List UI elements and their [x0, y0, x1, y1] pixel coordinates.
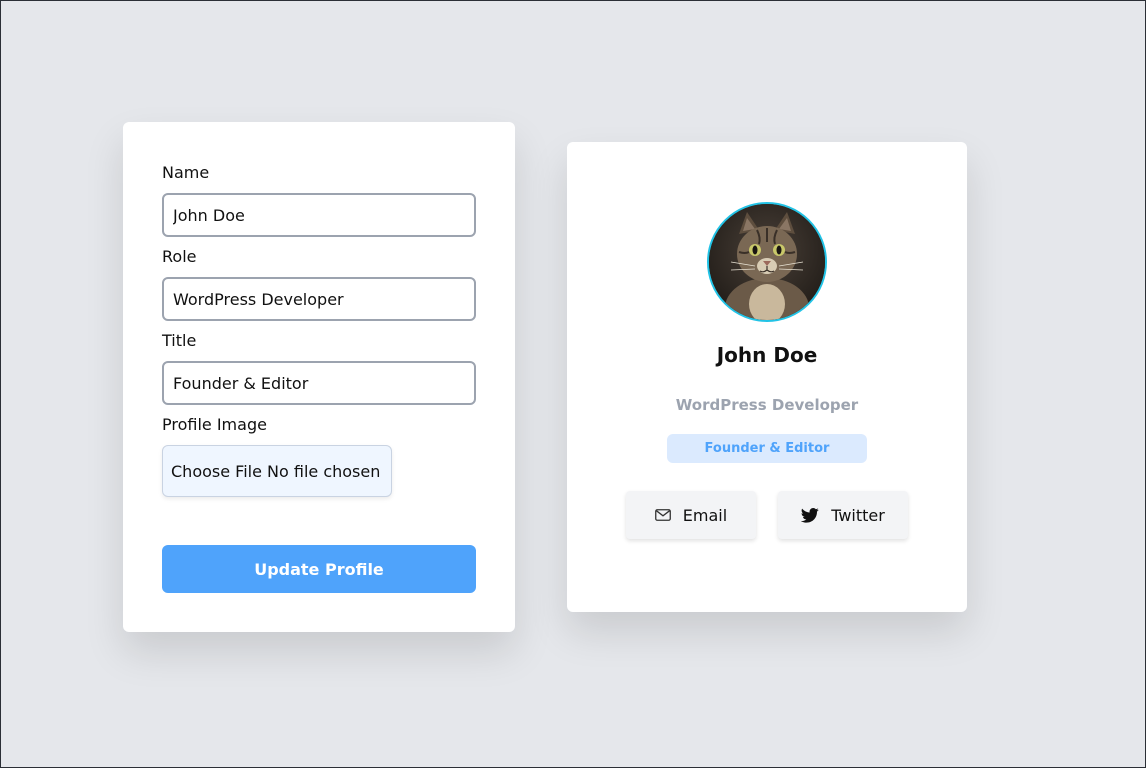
email-button[interactable]: Email	[626, 491, 756, 539]
update-profile-button[interactable]: Update Profile	[162, 545, 476, 593]
profile-form-card: Name Role Title Profile Image Choose Fil…	[123, 122, 515, 632]
profile-preview-card: John Doe WordPress Developer Founder & E…	[567, 142, 967, 612]
profile-name: John Doe	[716, 343, 818, 367]
role-label: Role	[162, 247, 197, 266]
title-input[interactable]	[162, 361, 476, 405]
avatar	[707, 202, 827, 322]
name-input[interactable]	[162, 193, 476, 237]
role-input[interactable]	[162, 277, 476, 321]
twitter-button-label: Twitter	[831, 505, 885, 525]
file-input-text: Choose File No file chosen	[171, 461, 381, 481]
email-button-label: Email	[682, 505, 728, 525]
twitter-button[interactable]: Twitter	[778, 491, 908, 539]
cat-photo-icon	[709, 204, 825, 320]
profile-image-file-input[interactable]: Choose File No file chosen	[162, 445, 392, 497]
title-badge-text: Founder & Editor	[704, 441, 830, 456]
profile-role: WordPress Developer	[675, 396, 859, 414]
profile-image-label: Profile Image	[162, 415, 267, 434]
mail-icon	[654, 509, 671, 521]
twitter-icon	[801, 507, 819, 523]
title-label: Title	[162, 331, 197, 350]
title-badge: Founder & Editor	[667, 434, 867, 463]
name-label: Name	[162, 163, 210, 182]
